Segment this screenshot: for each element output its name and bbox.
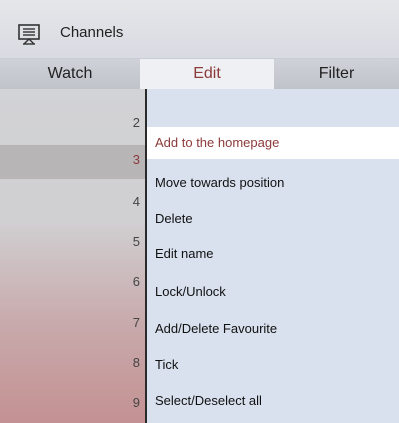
tab-edit[interactable]: Edit xyxy=(140,59,274,89)
channel-number[interactable]: 8 xyxy=(133,355,140,370)
menu-item-favourite[interactable]: Add/Delete Favourite xyxy=(155,321,277,336)
menu-item-edit-name[interactable]: Edit name xyxy=(155,246,214,261)
channel-number[interactable]: 7 xyxy=(133,315,140,330)
channel-number[interactable]: 4 xyxy=(133,194,140,209)
tab-filter[interactable]: Filter xyxy=(274,59,399,89)
channel-number[interactable]: 9 xyxy=(133,395,140,410)
channel-number[interactable]: 2 xyxy=(133,115,140,130)
channel-list: 2 3 4 5 6 7 8 9 xyxy=(0,89,146,423)
selected-channel-highlight xyxy=(0,145,146,179)
menu-item-add-to-homepage[interactable]: Add to the homepage xyxy=(147,127,399,159)
page-title: Channels xyxy=(60,24,124,41)
menu-item-tick[interactable]: Tick xyxy=(155,357,178,372)
tab-bar: Watch Edit Filter xyxy=(0,59,399,89)
menu-item-lock-unlock[interactable]: Lock/Unlock xyxy=(155,284,226,299)
edit-menu: Add to the homepage Move towards positio… xyxy=(145,89,399,423)
menu-item-move-position[interactable]: Move towards position xyxy=(155,175,284,190)
tv-list-icon xyxy=(18,23,40,45)
menu-item-select-all[interactable]: Select/Deselect all xyxy=(155,393,262,408)
tab-watch[interactable]: Watch xyxy=(0,59,140,89)
channel-number-selected[interactable]: 3 xyxy=(133,152,140,167)
menu-item-delete[interactable]: Delete xyxy=(155,211,193,226)
channel-number[interactable]: 6 xyxy=(133,274,140,289)
channel-number[interactable]: 5 xyxy=(133,234,140,249)
header-bar: Channels xyxy=(0,0,399,59)
